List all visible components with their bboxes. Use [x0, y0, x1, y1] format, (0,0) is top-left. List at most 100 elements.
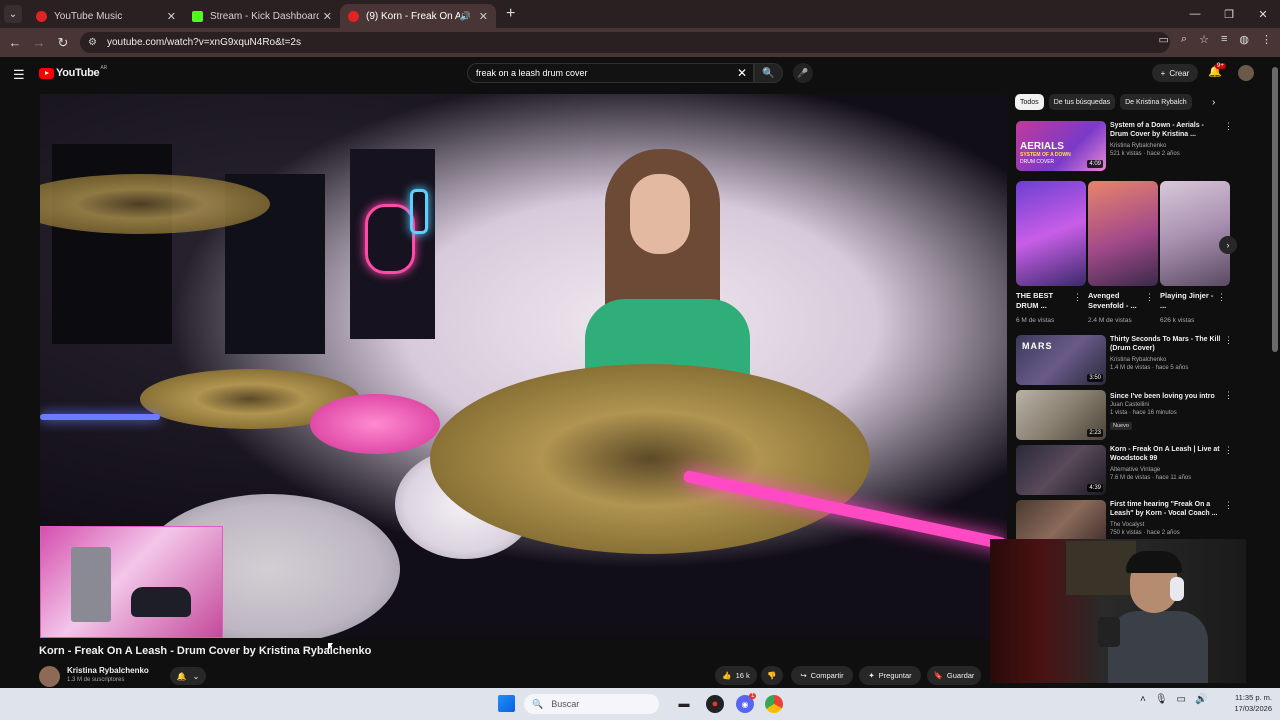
reading-list-icon[interactable]: ≡: [1221, 33, 1227, 46]
channel-name[interactable]: The Vocalyst: [1110, 522, 1144, 528]
short-thumbnail[interactable]: [1088, 181, 1158, 286]
ask-button[interactable]: ✦ Preguntar: [859, 666, 921, 685]
video-title[interactable]: First time hearing "Freak On a Leash" by…: [1110, 500, 1222, 518]
more-options-icon[interactable]: ⋮: [1224, 500, 1233, 511]
short-thumbnail[interactable]: [1016, 181, 1086, 286]
windows-start-icon[interactable]: [498, 695, 515, 712]
recommendation-item[interactable]: 2:23 Since I've been loving you intro Ju…: [1016, 390, 1236, 440]
video-thumbnail[interactable]: MARS 3:50: [1016, 335, 1106, 385]
video-title[interactable]: System of a Down - Aerials - Drum Cover …: [1110, 121, 1222, 139]
channel-name[interactable]: Kristina Rybalchenko: [1110, 143, 1166, 149]
restore-icon[interactable]: ❐: [1212, 0, 1246, 28]
recommendation-item[interactable]: AERIALS SYSTEM OF A DOWN DRUM COVER 4:09…: [1016, 121, 1236, 171]
recommendation-item[interactable]: 4:39 Korn - Freak On A Leash | Live at W…: [1016, 445, 1236, 495]
close-window-icon[interactable]: ✕: [1246, 0, 1280, 28]
reload-icon[interactable]: ↻: [51, 35, 75, 51]
network-icon[interactable]: ▭: [1177, 694, 1186, 705]
short-title[interactable]: THE BEST DRUM ...: [1016, 291, 1072, 311]
page-scrollbar[interactable]: [1270, 57, 1280, 687]
chip-from-searches[interactable]: De tus búsquedas: [1048, 94, 1116, 110]
chip-all[interactable]: Todos: [1015, 94, 1044, 110]
volume-icon[interactable]: 🔊: [1195, 694, 1207, 705]
video-duration: 3:50: [1087, 374, 1103, 382]
video-duration: 4:39: [1087, 484, 1103, 492]
taskbar-search[interactable]: 🔍 Buscar: [524, 694, 659, 714]
share-button[interactable]: ↪ Compartir: [791, 666, 853, 685]
task-view-icon[interactable]: ▬: [675, 695, 693, 713]
close-tab-icon[interactable]: ✕: [167, 10, 176, 23]
more-options-icon[interactable]: ⋮: [1224, 445, 1233, 456]
profile-icon[interactable]: ◍: [1239, 33, 1249, 46]
short-thumbnail[interactable]: [1160, 181, 1230, 286]
youtube-logo[interactable]: YouTube AR: [39, 65, 107, 79]
share-label: Compartir: [810, 671, 844, 680]
menu-icon[interactable]: ☰: [13, 67, 25, 83]
video-thumbnail[interactable]: 2:23: [1016, 390, 1106, 440]
like-count: 16 k: [735, 671, 750, 680]
video-player[interactable]: [40, 94, 1007, 638]
thumbnail-text: AERIALS: [1020, 141, 1064, 152]
save-button[interactable]: 🔖 Guardar: [927, 666, 981, 685]
more-options-icon[interactable]: ⋮: [1224, 390, 1233, 401]
zoom-icon[interactable]: ⌕: [1181, 33, 1187, 46]
taskbar-clock[interactable]: 11:35 p. m. 17/03/2026: [1220, 692, 1272, 714]
clear-search-icon[interactable]: ✕: [737, 66, 747, 80]
sparkle-icon: ✦: [868, 671, 875, 680]
subscribed-button[interactable]: 🔔 ⌄: [170, 667, 206, 685]
chevron-up-icon[interactable]: ˄: [1140, 694, 1146, 705]
back-icon[interactable]: ←: [3, 35, 27, 50]
voice-search-button[interactable]: 🎤: [793, 63, 813, 83]
microphone-icon[interactable]: 🎙: [1155, 694, 1168, 705]
chrome-icon[interactable]: [765, 695, 783, 713]
more-options-icon[interactable]: ⋮: [1224, 335, 1233, 346]
browser-menu-icon[interactable]: ⋮: [1261, 33, 1272, 46]
dislike-button[interactable]: 👎: [761, 666, 783, 685]
more-options-icon[interactable]: ⋮: [1224, 121, 1233, 132]
video-title[interactable]: Korn - Freak On A Leash | Live at Woodst…: [1110, 445, 1222, 463]
close-tab-icon[interactable]: ✕: [323, 10, 332, 23]
recommendation-item[interactable]: MARS 3:50 Thirty Seconds To Mars - The K…: [1016, 335, 1236, 385]
channel-name[interactable]: Kristina Rybalchenko: [1110, 357, 1166, 363]
url-field[interactable]: ⚙ youtube.com/watch?v=xnG9xquN4Ro&t=2s: [80, 32, 1170, 53]
account-avatar[interactable]: [1238, 65, 1254, 81]
short-title[interactable]: Avenged Sevenfold - ...: [1088, 291, 1144, 311]
tab-youtube-music[interactable]: YouTube Music ✕: [28, 4, 184, 28]
more-options-icon[interactable]: ⋮: [1145, 292, 1154, 303]
chevron-right-icon[interactable]: ›: [1212, 97, 1215, 108]
forward-icon[interactable]: →: [27, 35, 51, 50]
logo-text: YouTube: [56, 67, 100, 79]
channel-name[interactable]: Juan Castellini: [1110, 402, 1149, 408]
like-button[interactable]: 👍 16 k: [715, 666, 757, 685]
cast-icon[interactable]: ▭: [1159, 33, 1169, 46]
scrollbar-thumb[interactable]: [1272, 67, 1278, 352]
shorts-next-icon[interactable]: ›: [1219, 236, 1237, 254]
tab-youtube-video[interactable]: (9) Korn - Freak On A Leash 🔊 ✕: [340, 4, 496, 28]
video-title[interactable]: Thirty Seconds To Mars - The Kill (Drum …: [1110, 335, 1222, 353]
taskbar-search-placeholder: Buscar: [551, 699, 580, 709]
tab-search-button[interactable]: ⌄: [4, 5, 22, 23]
video-duration: 4:09: [1087, 160, 1103, 168]
kick-favicon-icon: [192, 10, 203, 22]
chip-from-channel[interactable]: De Kristina Rybalch: [1120, 94, 1192, 110]
more-options-icon[interactable]: ⋮: [1217, 292, 1226, 303]
video-thumbnail[interactable]: 4:39: [1016, 445, 1106, 495]
channel-name[interactable]: Kristina Rybalchenko: [67, 666, 149, 675]
video-thumbnail[interactable]: AERIALS SYSTEM OF A DOWN DRUM COVER 4:09: [1016, 121, 1106, 171]
more-options-icon[interactable]: ⋮: [1073, 292, 1082, 303]
bookmark-star-icon[interactable]: ☆: [1199, 33, 1209, 46]
new-tab-icon[interactable]: +: [506, 5, 515, 23]
search-button[interactable]: 🔍: [754, 63, 783, 83]
neon-sign: [365, 204, 415, 274]
create-button[interactable]: + Crear: [1152, 64, 1198, 82]
minimize-icon[interactable]: —: [1178, 0, 1212, 28]
channel-avatar[interactable]: [39, 666, 60, 687]
speaker-icon[interactable]: 🔊: [460, 11, 471, 22]
video-title[interactable]: Since I've been loving you intro: [1110, 392, 1222, 401]
app-icon[interactable]: ●: [706, 695, 724, 713]
short-title[interactable]: Playing Jinjer - ...: [1160, 291, 1216, 311]
search-input[interactable]: freak on a leash drum cover ✕: [467, 63, 754, 83]
site-info-icon[interactable]: ⚙: [88, 37, 97, 48]
tab-kick-dashboard[interactable]: Stream - Kick Dashboard ✕: [184, 4, 340, 28]
channel-name[interactable]: Alternative Vintage: [1110, 467, 1160, 473]
close-tab-icon[interactable]: ✕: [479, 10, 488, 23]
